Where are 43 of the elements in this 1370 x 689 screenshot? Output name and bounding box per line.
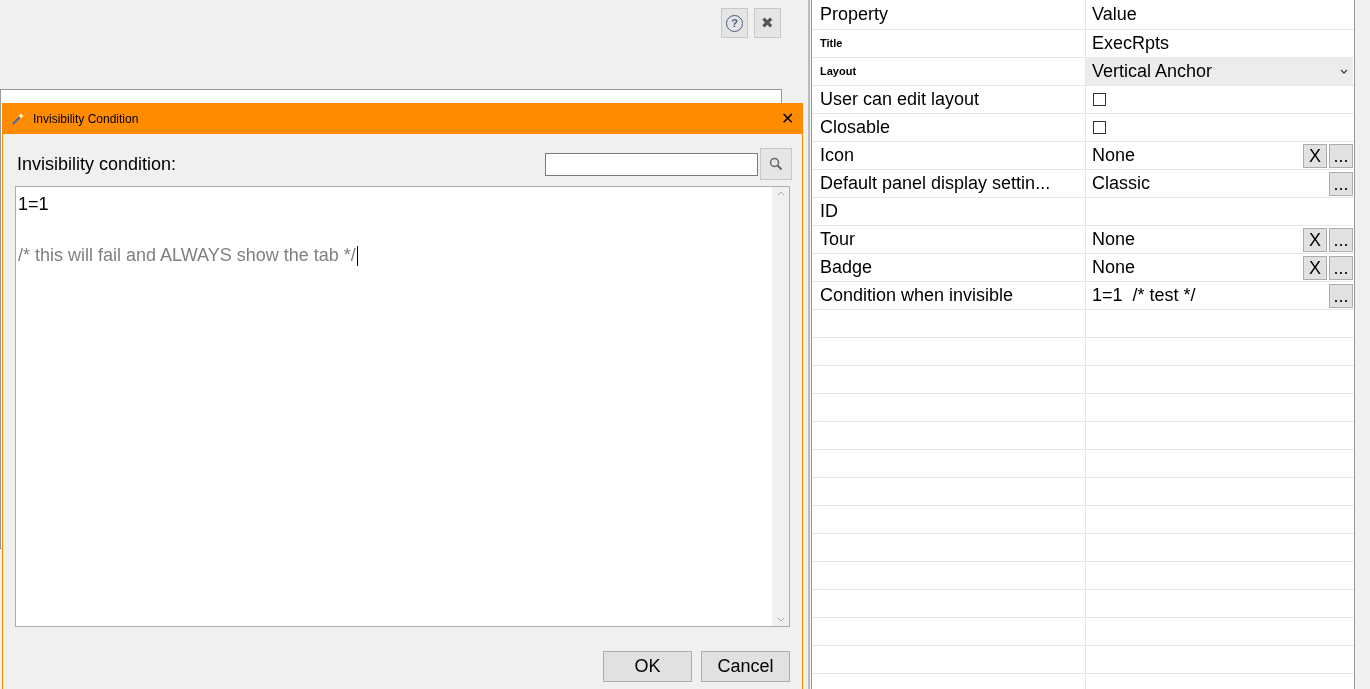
property-value: 1=1 /* test */ [1092, 284, 1196, 307]
search-field[interactable] [545, 152, 758, 176]
clear-button[interactable]: X [1303, 255, 1327, 280]
property-name: ID [820, 200, 838, 223]
clear-button[interactable]: X [1303, 143, 1327, 168]
close-button[interactable]: ✖ [754, 8, 781, 38]
property-name: Icon [820, 144, 855, 167]
property-name: Condition when invisible [820, 284, 1014, 307]
code-line: 1=1 [18, 194, 49, 214]
browse-button[interactable]: ... [1329, 143, 1353, 168]
property-name: Badge [820, 256, 873, 279]
browse-button[interactable]: ... [1329, 255, 1353, 280]
search-icon [769, 157, 783, 171]
checkbox[interactable] [1093, 121, 1106, 134]
browse-button[interactable]: ... [1329, 171, 1353, 196]
property-value: None [1092, 228, 1136, 251]
dialog-title: Invisibility Condition [33, 111, 140, 128]
browse-button[interactable]: ... [1329, 283, 1353, 308]
property-value: None [1092, 144, 1136, 167]
wand-icon [11, 112, 25, 126]
column-header: Property [820, 3, 889, 26]
browse-button[interactable]: ... [1329, 227, 1353, 252]
chevron-down-icon [1339, 67, 1349, 76]
property-name: Default panel display settin... [820, 172, 1051, 195]
property-value: Classic [1092, 172, 1150, 195]
property-value: None [1092, 256, 1136, 279]
dialog-button[interactable]: OK [603, 651, 692, 682]
property-name: Layout [820, 64, 857, 80]
condition-label: Invisibility condition: [17, 152, 177, 176]
property-name: User can edit layout [820, 88, 980, 111]
checkbox[interactable] [1093, 93, 1106, 106]
property-name: Tour [820, 228, 855, 251]
property-value: ExecRpts [1092, 32, 1170, 55]
column-header: Value [1092, 3, 1137, 26]
layout-dropdown[interactable]: Vertical Anchor [1086, 58, 1353, 85]
dialog-button[interactable]: Cancel [701, 651, 790, 682]
help-button[interactable]: ? [721, 8, 748, 38]
property-name: Title [820, 36, 843, 52]
property-name: Closable [820, 116, 891, 139]
clear-button[interactable]: X [1303, 227, 1327, 252]
code-comment: /* this will fail and ALWAYS show the tab */ [18, 244, 356, 267]
close-button[interactable]: ✕ [781, 111, 794, 127]
search-button[interactable] [760, 148, 792, 180]
